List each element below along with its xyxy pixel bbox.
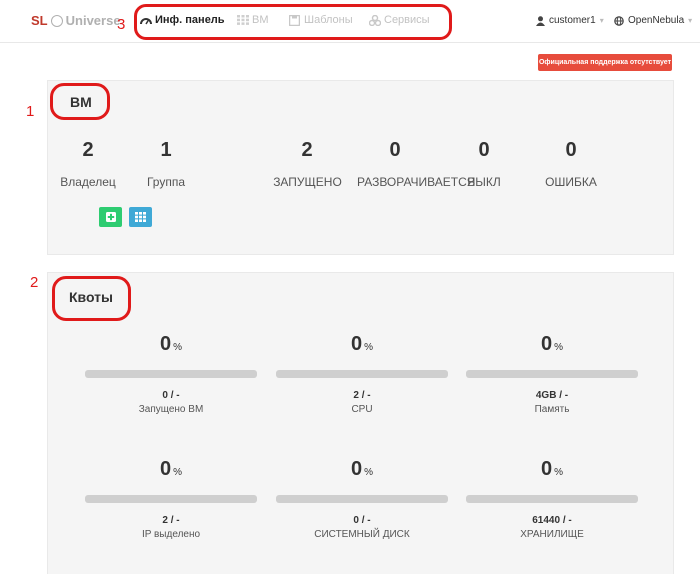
quota-percent-unit: %	[173, 467, 183, 478]
quota-used-value: 0 / -	[353, 515, 371, 526]
quota-name: IP выделено	[141, 529, 201, 540]
quota-percent-unit: %	[364, 467, 374, 478]
quota-used-value: 2 / -	[353, 390, 371, 401]
quota-percent: 0%	[276, 458, 448, 481]
quota-system-disk: 0% 0 / - СИСТЕМНЫЙ ДИСК	[276, 458, 448, 540]
quota-ip-allocated: 0% 2 / - IP выделено	[85, 458, 257, 540]
vm-group-label: Группа	[146, 175, 186, 189]
quota-name: ХРАНИЛИЩЕ	[520, 529, 584, 540]
quota-percent: 0%	[276, 333, 448, 356]
vm-panel-title: ВМ	[70, 94, 92, 110]
quota-percent-value: 0	[540, 333, 553, 355]
vm-error-count: 0	[565, 139, 577, 161]
zone-name: OpenNebula	[628, 15, 685, 26]
user-menu[interactable]: customer1 ▾	[536, 15, 604, 26]
vm-error-label: ОШИБКА	[545, 175, 597, 189]
quota-progress-bar	[466, 370, 638, 378]
quota-memory: 0% 4GB / - Память	[466, 333, 638, 415]
quota-progress-bar	[276, 495, 448, 503]
logo-sl: SL	[31, 13, 48, 28]
annotation-number-1: 1	[26, 103, 35, 120]
quota-panel-title: Квоты	[69, 289, 113, 305]
quota-percent-value: 0	[159, 458, 172, 480]
add-vm-button[interactable]	[99, 207, 122, 227]
user-icon	[536, 15, 545, 26]
chevron-down-icon: ▾	[688, 16, 693, 25]
vm-running-label: ЗАПУЩЕНО	[273, 175, 342, 189]
vm-off-label: ВЫКЛ	[467, 175, 501, 189]
quota-name: Запущено ВМ	[138, 404, 204, 415]
quota-name: Память	[534, 404, 570, 415]
quota-percent-unit: %	[173, 342, 183, 353]
vm-group-count: 1	[160, 139, 172, 161]
quota-progress-bar	[85, 495, 257, 503]
vm-panel	[47, 80, 674, 255]
vm-deploying-label: РАЗВОРАЧИВАЕТСЯ	[357, 175, 476, 189]
quota-cpu: 0% 2 / - CPU	[276, 333, 448, 415]
quota-used-value: 2 / -	[162, 515, 180, 526]
logo-globe-icon	[50, 14, 63, 27]
zone-menu[interactable]: OpenNebula ▾	[614, 15, 692, 26]
quota-percent: 0%	[466, 333, 638, 356]
quota-progress-bar	[466, 495, 638, 503]
vm-off-count: 0	[478, 139, 490, 161]
vm-running-count: 2	[301, 139, 313, 161]
quota-percent-unit: %	[554, 467, 564, 478]
quota-percent-value: 0	[350, 333, 363, 355]
quota-percent: 0%	[85, 333, 257, 356]
vm-deploying-count: 0	[389, 139, 401, 161]
quota-percent-unit: %	[554, 342, 564, 353]
logo-universe: Universe	[65, 13, 121, 28]
quota-used-value: 0 / -	[162, 390, 180, 401]
app-logo[interactable]: SL Universe	[31, 13, 121, 28]
quota-percent-value: 0	[350, 458, 363, 480]
quota-storage: 0% 61440 / - ХРАНИЛИЩЕ	[466, 458, 638, 540]
quota-percent: 0%	[85, 458, 257, 481]
annotation-number-3: 3	[117, 16, 126, 33]
quota-used-value: 61440 / -	[532, 515, 572, 526]
quota-running-vms: 0% 0 / - Запущено ВМ	[85, 333, 257, 415]
quota-name: CPU	[351, 404, 373, 415]
user-name: customer1	[549, 15, 596, 26]
quota-name: СИСТЕМНЫЙ ДИСК	[314, 529, 410, 540]
list-vms-button[interactable]	[129, 207, 152, 227]
vm-owner-label: Владелец	[60, 175, 116, 189]
quota-percent-value: 0	[159, 333, 172, 355]
quota-percent-unit: %	[364, 342, 374, 353]
quota-percent-value: 0	[540, 458, 553, 480]
quota-percent: 0%	[466, 458, 638, 481]
grid-icon	[135, 212, 146, 222]
quota-progress-bar	[276, 370, 448, 378]
globe-icon	[614, 15, 624, 26]
support-badge[interactable]: Официальная поддержка отсутствует	[538, 54, 672, 71]
annotation-oval-nav	[134, 4, 452, 40]
chevron-down-icon: ▾	[599, 16, 604, 25]
quota-used-value: 4GB / -	[535, 390, 569, 401]
quota-progress-bar	[85, 370, 257, 378]
annotation-number-2: 2	[30, 274, 39, 291]
plus-icon	[105, 212, 116, 222]
vm-owner-count: 2	[82, 139, 94, 161]
